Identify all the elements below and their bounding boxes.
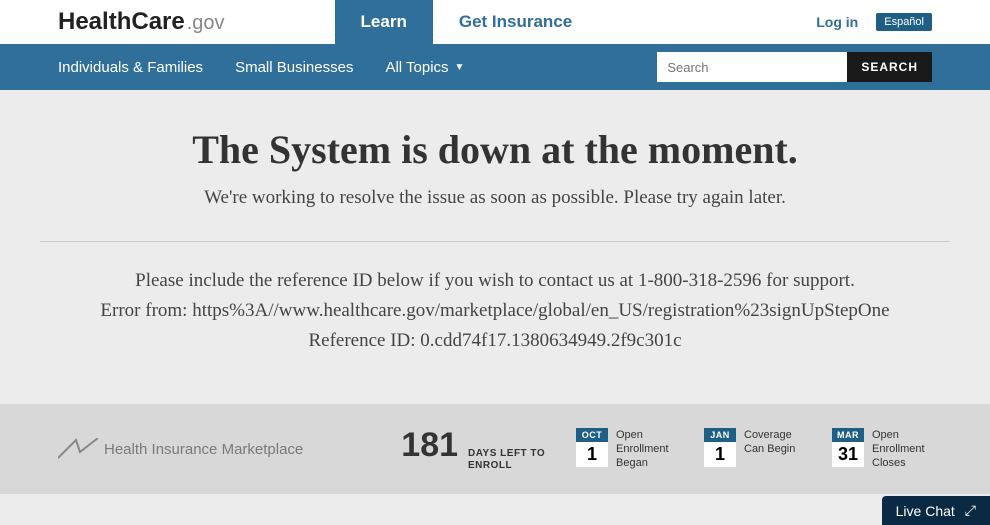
error-from: Error from: https%3A//www.healthcare.gov… — [40, 300, 950, 322]
support-line: Please include the reference ID below if… — [40, 270, 950, 292]
expand-icon: ⤢ — [965, 502, 976, 519]
enrollment-counter: 181 DAYS LEFT TO ENROLL — [401, 426, 545, 472]
days-left-number: 181 — [401, 426, 458, 465]
live-chat-button[interactable]: Live Chat ⤢ — [882, 496, 990, 525]
search-input[interactable] — [657, 52, 847, 82]
marketplace-swoosh-icon — [58, 438, 98, 460]
nav-small-businesses[interactable]: Small Businesses — [235, 59, 353, 76]
espanol-button[interactable]: Español — [876, 13, 932, 31]
site-logo[interactable]: HealthCare.gov — [58, 8, 225, 36]
error-headline: The System is down at the moment. — [40, 126, 950, 173]
footer: Health Insurance Marketplace 181 DAYS LE… — [0, 404, 990, 494]
divider — [40, 241, 950, 242]
days-left-label: DAYS LEFT TO ENROLL — [468, 448, 545, 472]
calendar-icon: MAR 31 — [832, 428, 864, 467]
date-open-enrollment-closes: MAR 31 Open Enrollment Closes — [832, 428, 932, 471]
nav-all-topics[interactable]: All Topics ▼ — [385, 59, 464, 76]
logo-care: Care — [131, 8, 184, 36]
chevron-down-icon: ▼ — [455, 62, 465, 73]
top-right: Log in Español — [816, 13, 932, 31]
logo-gov: .gov — [187, 12, 225, 35]
date-coverage-can-begin: JAN 1 Coverage Can Begin — [704, 428, 804, 471]
logo-health: Health — [58, 8, 131, 36]
search-box: SEARCH — [657, 52, 932, 82]
tab-get-insurance[interactable]: Get Insurance — [433, 0, 598, 44]
search-button[interactable]: SEARCH — [847, 52, 932, 82]
login-link[interactable]: Log in — [816, 14, 858, 30]
error-subline: We're working to resolve the issue as so… — [40, 187, 950, 209]
calendar-icon: JAN 1 — [704, 428, 736, 467]
top-bar: HealthCare.gov Learn Get Insurance Log i… — [0, 0, 990, 44]
date-open-enrollment-began: OCT 1 Open Enrollment Began — [576, 428, 676, 471]
tab-learn[interactable]: Learn — [335, 0, 433, 44]
reference-id: Reference ID: 0.cdd74f17.1380634949.2f9c… — [40, 330, 950, 352]
nav-individuals-families[interactable]: Individuals & Families — [58, 59, 203, 76]
nav-bar: Individuals & Families Small Businesses … — [0, 44, 990, 90]
calendar-icon: OCT 1 — [576, 428, 608, 467]
primary-tabs: Learn Get Insurance — [335, 0, 599, 44]
marketplace-logo: Health Insurance Marketplace — [58, 438, 303, 460]
error-content: The System is down at the moment. We're … — [0, 90, 990, 352]
key-dates: OCT 1 Open Enrollment Began JAN 1 Covera… — [576, 428, 932, 471]
